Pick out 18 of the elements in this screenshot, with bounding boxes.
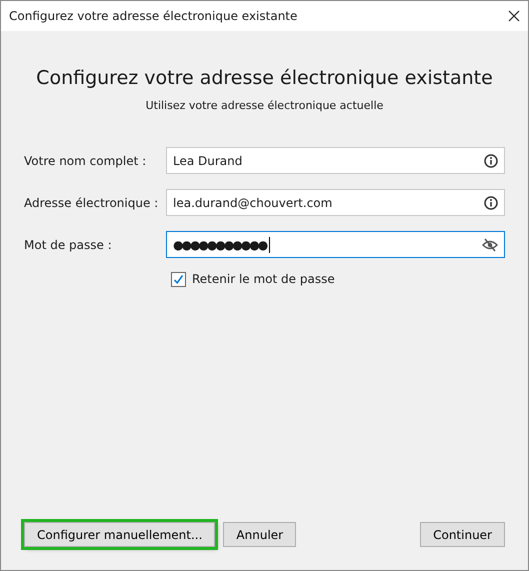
dialog-button[interactable]: Continuer — [420, 522, 505, 547]
input-field[interactable]: lea.durand@chouvert.com — [166, 189, 505, 216]
checkbox-label[interactable]: Retenir le mot de passe — [192, 270, 335, 288]
field-label: Adresse électronique : — [24, 194, 160, 212]
subheading: Utilisez votre adresse électronique actuelle — [146, 98, 384, 114]
info-icon — [484, 196, 498, 210]
checkbox[interactable] — [171, 272, 186, 286]
input-field[interactable]: ●●●●●●●●●●● — [166, 231, 505, 258]
dialog-button[interactable]: Annuler — [223, 522, 296, 547]
input-field[interactable]: Lea Durand — [166, 147, 505, 174]
eye-slash-icon[interactable] — [482, 238, 498, 252]
heading: Configurez votre adresse électronique existante — [36, 66, 493, 91]
info-icon — [484, 154, 498, 168]
field-label: Mot de passe : — [24, 236, 113, 254]
window-title: Configurez votre adresse électronique existante — [9, 8, 298, 25]
dialog-button[interactable]: Configurer manuellement... — [24, 522, 216, 547]
field-label: Votre nom complet : — [24, 152, 148, 170]
close-icon[interactable] — [508, 10, 520, 22]
